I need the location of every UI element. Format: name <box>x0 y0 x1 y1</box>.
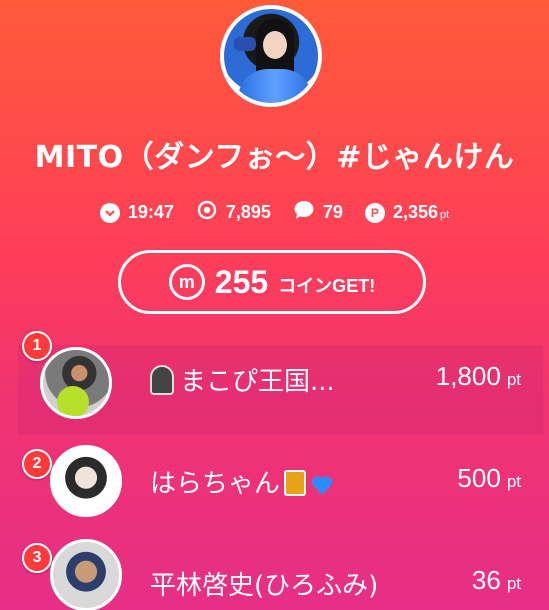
comments-value: 79 <box>322 202 343 222</box>
clock-icon <box>99 202 120 223</box>
user-name[interactable]: はらちゃん <box>150 463 334 500</box>
time-value: 19:47 <box>127 202 174 222</box>
user-score: 500 pt <box>457 463 521 493</box>
viewers-value: 7,895 <box>225 202 271 222</box>
points-icon: P <box>364 202 385 223</box>
user-score: 1,800 pt <box>435 361 521 391</box>
user-name[interactable]: まこぴ王国... <box>150 361 335 398</box>
ranking-row[interactable]: 2 はらちゃん 500 pt <box>18 441 543 531</box>
user-score: 36 pt <box>471 565 521 595</box>
broadcast-header: MITO（ダンフぉ〜）#じゃんけん 19:47 7,895 79 P 2,356… <box>0 0 549 345</box>
rank-badge: 2 <box>22 449 52 479</box>
coin-amount: 255 <box>214 263 269 300</box>
points-value: 2,356 <box>392 202 438 222</box>
broadcaster-avatar[interactable] <box>220 5 322 107</box>
coin-icon: m <box>168 264 205 300</box>
coin-get-button[interactable]: m 255 コインGET! <box>118 250 426 314</box>
user-name[interactable]: 平林啓史(ひろふみ) <box>150 565 378 602</box>
coin-label: コインGET! <box>278 276 376 296</box>
beer-icon <box>284 470 307 496</box>
viewers-icon <box>196 200 218 225</box>
viewers-stat: 7,895 <box>196 200 271 225</box>
ranking-row[interactable]: 3 平林啓史(ひろふみ) 36 pt <box>18 535 543 610</box>
avatar[interactable] <box>50 539 122 610</box>
comments-stat: 79 <box>293 200 343 225</box>
ranking-list: 1 まこぴ王国... 1,800 pt 2 はらちゃん 500 pt 3 平林啓史(… <box>18 331 543 610</box>
comment-icon <box>293 200 315 225</box>
points-stat: P 2,356 pt <box>364 202 450 223</box>
rank-badge: 1 <box>22 331 52 361</box>
points-unit: pt <box>439 209 450 221</box>
ranking-row[interactable]: 1 まこぴ王国... 1,800 pt <box>18 331 543 435</box>
time-stat: 19:47 <box>99 202 174 223</box>
heart-icon <box>310 473 334 495</box>
microphone-icon <box>150 365 174 395</box>
rank-badge: 3 <box>22 543 52 573</box>
avatar[interactable] <box>40 347 112 419</box>
broadcast-title: MITO（ダンフぉ〜）#じゃんけん <box>34 140 515 175</box>
broadcast-stats: 19:47 7,895 79 P 2,356 pt <box>0 200 549 225</box>
avatar[interactable] <box>50 445 122 517</box>
